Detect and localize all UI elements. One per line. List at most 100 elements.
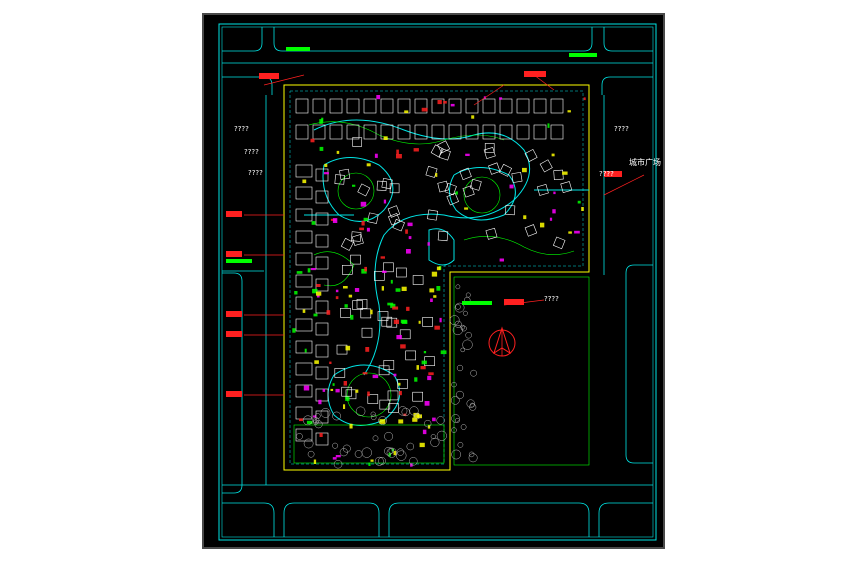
house-footprint: [387, 205, 401, 218]
unit-mark: [427, 242, 430, 246]
site-plan-drawing: 城市广场 ???? ???? ???? ???? ???? ????: [202, 13, 665, 549]
unit-mark: [359, 227, 364, 231]
unit-mark: [343, 381, 347, 386]
house-footprint: [383, 262, 394, 273]
house-footprint: [380, 98, 394, 114]
unit-mark: [439, 317, 442, 323]
house-footprint: [295, 186, 313, 200]
tree-symbol: [465, 331, 472, 339]
plaza-label: 城市广场: [629, 157, 661, 167]
placeholder-mark-3: ????: [248, 169, 263, 177]
unit-mark: [471, 115, 475, 119]
unit-mark: [509, 184, 514, 189]
unit-mark: [366, 163, 371, 167]
unit-mark: [404, 110, 409, 114]
house-footprint: [315, 234, 329, 248]
house-footprint: [552, 236, 566, 250]
tree-symbol: [384, 431, 394, 441]
unit-mark: [405, 229, 408, 234]
unit-mark: [302, 179, 307, 184]
house-footprint: [550, 124, 564, 140]
setback-line: [289, 90, 584, 465]
unit-mark: [380, 256, 385, 259]
tree-symbol: [398, 406, 408, 416]
unit-mark: [551, 153, 555, 157]
house-footprint: [295, 296, 313, 310]
tree-symbol: [470, 369, 477, 377]
unit-mark: [427, 375, 432, 381]
house-footprint: [295, 98, 309, 114]
tree-symbol: [455, 284, 461, 290]
tree-symbol: [436, 430, 447, 441]
unit-mark: [393, 373, 397, 377]
unit-mark: [296, 271, 303, 274]
house-footprint: [550, 98, 564, 114]
house-footprint: [360, 308, 372, 319]
unit-mark: [335, 289, 339, 293]
unit-mark: [412, 417, 418, 422]
unit-mark: [429, 288, 435, 293]
tree-symbol: [361, 447, 372, 458]
tree-symbol: [461, 325, 467, 332]
unit-mark: [294, 291, 298, 295]
house-footprint: [295, 318, 313, 332]
house-footprint: [414, 124, 428, 140]
detail-annotations: [292, 95, 586, 469]
unit-mark: [319, 432, 323, 437]
unit-mark: [330, 388, 334, 391]
site-plan-canvas: 城市广场 ???? ???? ???? ???? ???? ????: [218, 23, 661, 541]
unit-mark: [370, 309, 373, 315]
unit-mark: [363, 217, 369, 221]
house-footprint: [533, 98, 547, 114]
unit-mark: [424, 401, 430, 406]
unit-mark: [332, 457, 337, 460]
house-footprint: [315, 366, 329, 380]
unit-mark: [322, 389, 326, 392]
unit-mark: [416, 365, 419, 370]
unit-mark: [568, 231, 572, 234]
tree-symbol: [424, 419, 432, 428]
house-footprint: [295, 124, 309, 140]
house-footprint: [448, 124, 462, 140]
unit-mark: [376, 95, 381, 100]
house-footprint: [387, 390, 399, 401]
unit-mark: [299, 418, 303, 422]
unit-mark: [437, 100, 442, 105]
unit-mark: [319, 146, 324, 151]
unit-mark: [398, 382, 401, 386]
tree-symbol: [372, 435, 379, 442]
unit-mark: [408, 236, 412, 240]
north-arrow-icon: [488, 326, 516, 357]
unit-mark: [335, 296, 339, 300]
tree-symbol: [468, 451, 475, 458]
unit-mark: [311, 221, 316, 225]
house-footprint: [315, 388, 329, 402]
tree-symbol: [384, 446, 393, 456]
house-footprint: [346, 124, 360, 140]
house-footprint: [329, 124, 343, 140]
house-footprint: [295, 406, 313, 420]
unit-mark: [406, 249, 411, 254]
unit-mark: [345, 396, 350, 401]
placeholder-mark-4: ????: [614, 125, 629, 133]
unit-mark: [406, 306, 410, 311]
unit-mark: [436, 286, 441, 291]
house-footprint: [295, 362, 313, 376]
unit-mark: [581, 207, 584, 211]
house-footprint: [483, 146, 496, 159]
house-footprint: [363, 124, 377, 140]
unit-mark: [413, 148, 419, 152]
tree-symbol: [460, 424, 467, 430]
tree-symbol: [355, 406, 366, 417]
house-footprint: [329, 98, 343, 114]
unit-mark: [547, 123, 550, 128]
house-footprint: [312, 98, 326, 114]
unit-mark: [400, 319, 407, 324]
tree-symbol: [430, 437, 440, 447]
unit-mark: [399, 390, 402, 396]
unit-mark: [302, 309, 306, 313]
unit-mark: [372, 374, 379, 379]
house-footprint: [553, 169, 564, 180]
tree-symbol: [465, 292, 471, 298]
tree-symbol: [406, 442, 415, 451]
